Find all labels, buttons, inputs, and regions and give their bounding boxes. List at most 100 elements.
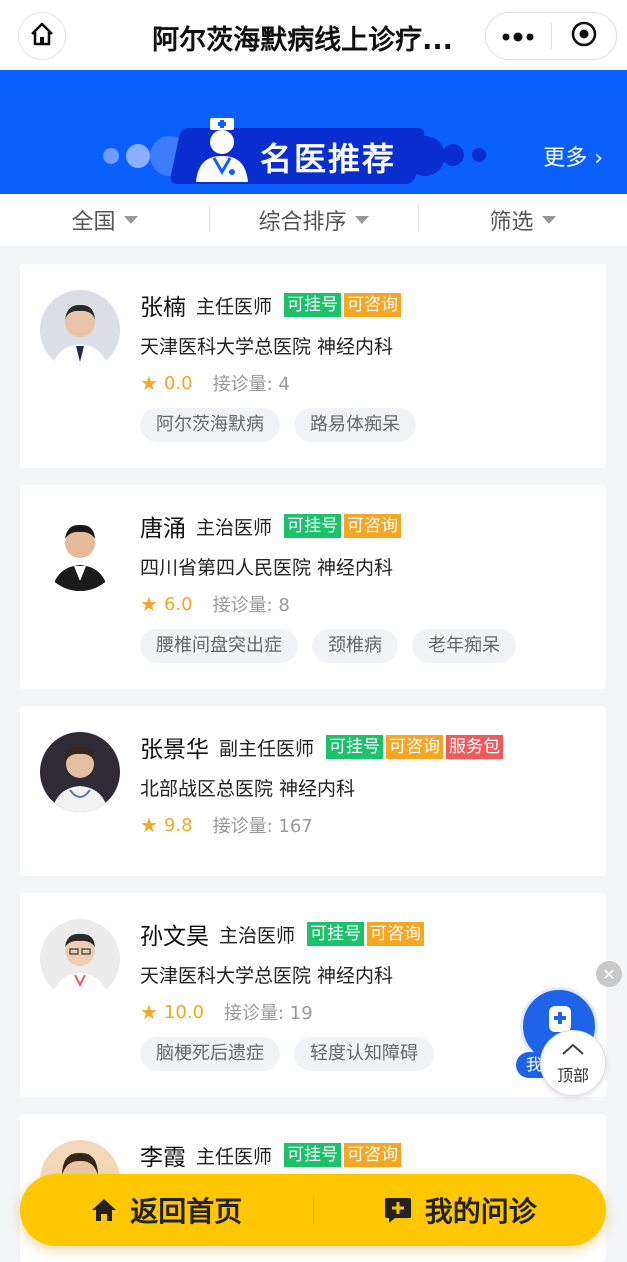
recommend-banner: 名医推荐 更多 › xyxy=(0,70,627,194)
decor-dot xyxy=(103,148,119,164)
doctor-avatar xyxy=(40,290,120,370)
specialty-chip[interactable]: 腰椎间盘突出症 xyxy=(140,629,298,663)
tag-registrable: 可挂号 xyxy=(284,1143,342,1167)
caret-down-icon xyxy=(123,216,138,224)
doctor-rating: ★ 10.0 接诊量: 19 xyxy=(140,999,313,1025)
consult-count: 接诊量: 19 xyxy=(224,1003,313,1024)
specialty-chips: 阿尔茨海默病 路易体痴呆 xyxy=(140,408,416,442)
rating-score: 10.0 xyxy=(163,1001,205,1023)
doctor-rating: ★ 6.0 接诊量: 8 xyxy=(140,591,290,617)
target-circle-icon xyxy=(570,20,598,52)
tag-registrable: 可挂号 xyxy=(284,514,342,538)
close-icon: ✕ xyxy=(602,964,616,984)
bottom-action-bar: 返回首页 我的问诊 xyxy=(20,1174,606,1246)
page-title: 阿尔茨海默病线上诊疗... xyxy=(152,25,453,56)
my-consultations-button[interactable]: 我的问诊 xyxy=(314,1174,607,1246)
consult-count: 接诊量: 167 xyxy=(212,816,313,837)
decor-dot xyxy=(442,144,464,166)
doctor-name-row: 张楠 主任医师 可挂号 可咨询 xyxy=(140,288,402,322)
decor-dot xyxy=(126,144,150,168)
doctor-hospital: 天津医科大学总医院 神经内科 xyxy=(140,336,394,358)
more-button[interactable] xyxy=(486,13,551,59)
float-close-button[interactable]: ✕ xyxy=(596,961,622,987)
doctor-name-row: 孙文昊 主治医师 可挂号 可咨询 xyxy=(140,917,425,951)
doctor-card[interactable]: 唐涌 主治医师 可挂号 可咨询 四川省第四人民医院 神经内科 ★ 6.0 接诊量… xyxy=(20,485,606,689)
specialty-chip[interactable]: 脑梗死后遗症 xyxy=(140,1037,280,1071)
filter-region-label: 全国 xyxy=(71,210,116,235)
tag-consultable: 可咨询 xyxy=(344,293,402,317)
doctor-name: 孙文昊 xyxy=(140,924,209,950)
doctor-rating: ★ 9.8 接诊量: 167 xyxy=(140,812,313,838)
doctor-avatar xyxy=(40,919,120,999)
navbar: 阿尔茨海默病线上诊疗... xyxy=(0,0,627,70)
doctor-icon xyxy=(190,116,254,188)
tag-consultable: 可咨询 xyxy=(386,735,444,759)
caret-down-icon xyxy=(541,216,556,224)
back-to-top-label: 顶部 xyxy=(556,1065,589,1085)
specialty-chip[interactable]: 路易体痴呆 xyxy=(294,408,416,442)
chevron-up-icon xyxy=(561,1041,585,1060)
tag-registrable: 可挂号 xyxy=(284,293,342,317)
consult-count: 接诊量: 8 xyxy=(212,595,290,616)
home-icon xyxy=(90,1197,118,1223)
specialty-chips: 腰椎间盘突出症 颈椎病 老年痴呆 xyxy=(140,629,516,663)
doctor-title: 副主任医师 xyxy=(219,737,315,760)
filter-more-label: 筛选 xyxy=(489,210,534,235)
home-button[interactable] xyxy=(18,12,66,60)
tag-consultable: 可咨询 xyxy=(344,514,402,538)
rating-score: 6.0 xyxy=(163,593,193,615)
doctor-hospital: 天津医科大学总医院 神经内科 xyxy=(140,965,394,987)
doctor-title: 主任医师 xyxy=(196,1145,273,1168)
filter-sort-label: 综合排序 xyxy=(258,210,347,235)
specialty-chip[interactable]: 颈椎病 xyxy=(312,629,398,663)
doctor-title: 主治医师 xyxy=(196,516,273,539)
star-icon: ★ xyxy=(140,592,158,616)
tag-service-package: 服务包 xyxy=(446,735,504,759)
mini-program-capsule xyxy=(485,12,617,60)
tag-consultable: 可咨询 xyxy=(367,922,425,946)
tag-registrable: 可挂号 xyxy=(326,735,384,759)
decor-dot xyxy=(405,136,445,176)
my-consultations-label: 我的问诊 xyxy=(424,1195,537,1228)
specialty-chip[interactable]: 老年痴呆 xyxy=(412,629,516,663)
rating-score: 0.0 xyxy=(163,372,193,394)
doctor-avatar xyxy=(40,732,120,812)
home-icon xyxy=(29,21,55,51)
plus-message-icon xyxy=(383,1195,413,1225)
more-link[interactable]: 更多 › xyxy=(543,140,603,172)
tag-registrable: 可挂号 xyxy=(307,922,365,946)
consult-count: 接诊量: 4 xyxy=(212,374,290,395)
return-home-label: 返回首页 xyxy=(130,1195,243,1228)
filter-bar: 全国 综合排序 筛选 xyxy=(0,194,627,246)
doctor-name-row: 唐涌 主治医师 可挂号 可咨询 xyxy=(140,509,402,543)
doctor-name: 张楠 xyxy=(140,295,186,321)
doctor-hospital: 北部战区总医院 神经内科 xyxy=(140,778,356,800)
filter-sort[interactable]: 综合排序 xyxy=(209,204,418,236)
star-icon: ★ xyxy=(140,371,158,395)
specialty-chip[interactable]: 阿尔茨海默病 xyxy=(140,408,280,442)
close-button[interactable] xyxy=(552,13,617,59)
doctor-name-row: 李霞 主任医师 可挂号 可咨询 xyxy=(140,1138,402,1172)
decor-dot xyxy=(472,148,486,162)
doctor-avatar xyxy=(40,511,120,591)
doctor-title: 主治医师 xyxy=(219,924,296,947)
caret-down-icon xyxy=(354,216,369,224)
doctor-card[interactable]: 张楠 主任医师 可挂号 可咨询 天津医科大学总医院 神经内科 ★ 0.0 接诊量… xyxy=(20,264,606,468)
back-to-top-button[interactable]: 顶部 xyxy=(540,1030,606,1096)
filter-more[interactable]: 筛选 xyxy=(418,204,627,236)
rating-score: 9.8 xyxy=(163,814,193,836)
doctor-name-row: 张景华 副主任医师 可挂号 可咨询 服务包 xyxy=(140,730,504,764)
doctor-card[interactable]: 张景华 副主任医师 可挂号 可咨询 服务包 北部战区总医院 神经内科 ★ 9.8… xyxy=(20,706,606,876)
filter-region[interactable]: 全国 xyxy=(0,204,209,236)
doctor-hospital: 四川省第四人民医院 神经内科 xyxy=(140,557,394,579)
banner-title: 名医推荐 xyxy=(260,140,397,178)
specialty-chip[interactable]: 轻度认知障碍 xyxy=(294,1037,434,1071)
doctor-name: 唐涌 xyxy=(140,516,186,542)
star-icon: ★ xyxy=(140,813,158,837)
doctor-title: 主任医师 xyxy=(196,295,273,318)
tag-consultable: 可咨询 xyxy=(344,1143,402,1167)
doctor-name: 张景华 xyxy=(140,737,209,763)
doctor-name: 李霞 xyxy=(140,1145,186,1171)
doctor-rating: ★ 0.0 接诊量: 4 xyxy=(140,370,290,396)
return-home-button[interactable]: 返回首页 xyxy=(20,1174,313,1246)
